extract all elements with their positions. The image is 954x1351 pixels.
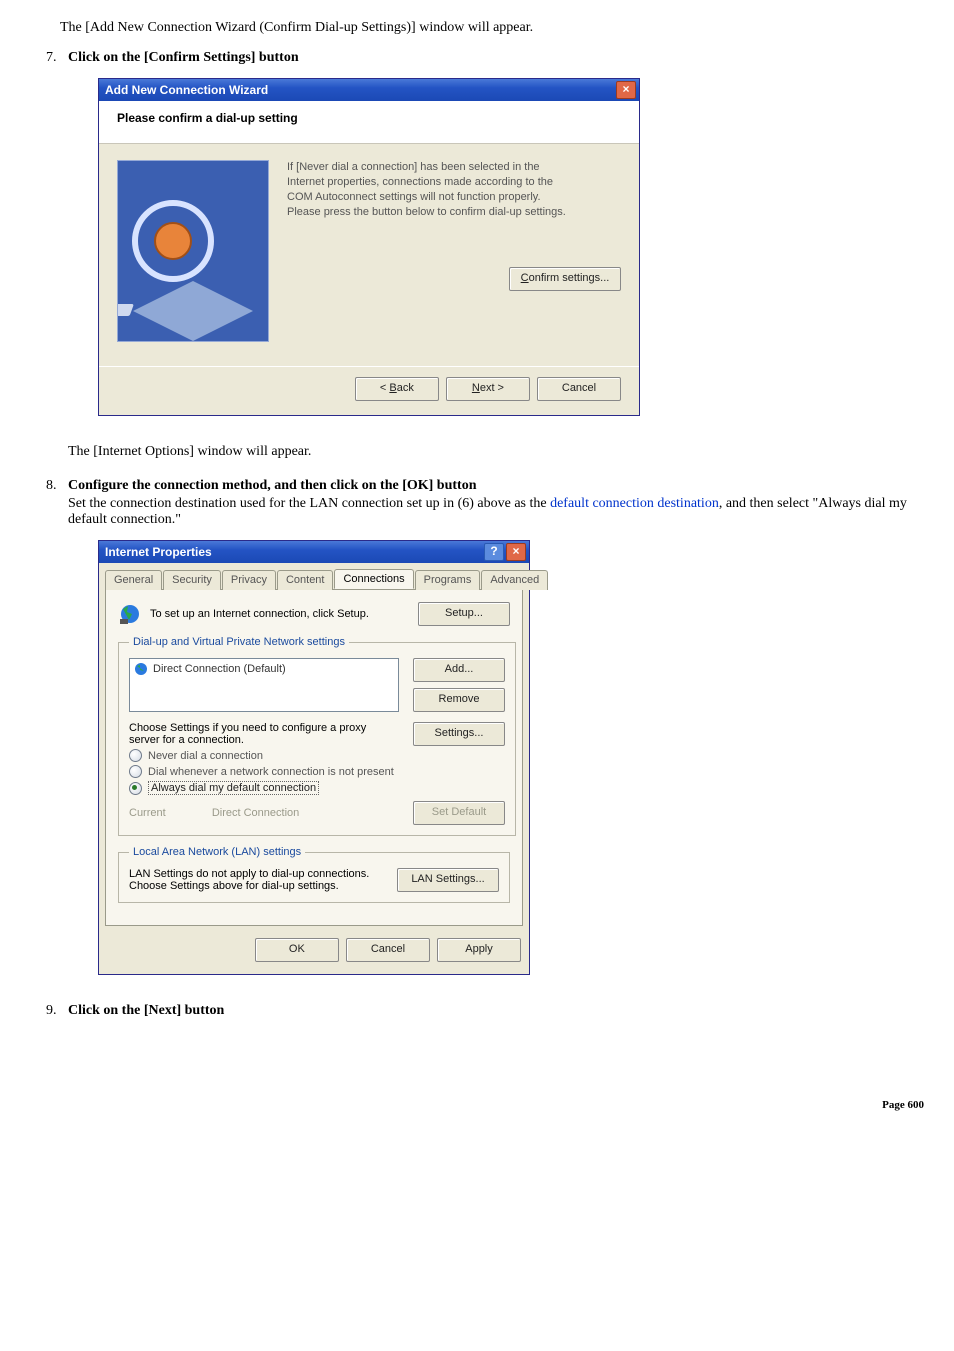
tab-content[interactable]: Content — [277, 570, 334, 590]
settings-hint: Choose Settings if you need to configure… — [129, 722, 389, 746]
step-7: Click on the [Confirm Settings] button A… — [60, 50, 924, 460]
list-item[interactable]: Direct Connection (Default) — [134, 662, 394, 676]
lan-legend: Local Area Network (LAN) settings — [129, 846, 305, 858]
wizard-footer: < Back Next > Cancel — [99, 366, 639, 415]
cancel-button[interactable]: Cancel — [537, 377, 621, 401]
remove-button[interactable]: Remove — [413, 688, 505, 712]
globe-icon — [118, 602, 142, 626]
radio-always[interactable]: Always dial my default connection — [129, 781, 505, 795]
setup-text: To set up an Internet connection, click … — [150, 608, 369, 620]
intro-text: The [Add New Connection Wizard (Confirm … — [60, 20, 924, 36]
radio-icon — [129, 749, 142, 762]
tab-privacy[interactable]: Privacy — [222, 570, 276, 590]
step-7-result: The [Internet Options] window will appea… — [68, 444, 924, 460]
lan-settings-button[interactable]: LAN Settings... — [397, 868, 499, 892]
ok-button[interactable]: OK — [255, 938, 339, 962]
internet-properties-dialog: Internet Properties ? × General Security… — [98, 540, 530, 975]
wizard-titlebar: Add New Connection Wizard × — [99, 79, 639, 101]
tab-security[interactable]: Security — [163, 570, 221, 590]
connection-icon — [134, 662, 148, 676]
close-icon[interactable]: × — [506, 543, 526, 561]
tab-connections[interactable]: Connections — [334, 569, 413, 589]
help-icon[interactable]: ? — [484, 543, 504, 561]
current-label: Current — [129, 807, 166, 819]
current-value: Direct Connection — [212, 807, 299, 819]
radio-icon — [129, 782, 142, 795]
ip-tabstrip: General Security Privacy Content Connect… — [99, 563, 529, 589]
tab-advanced[interactable]: Advanced — [481, 570, 548, 590]
wizard-body-text: If [Never dial a connection] has been se… — [287, 160, 621, 219]
step-9-title: Click on the [Next] button — [68, 1003, 224, 1018]
next-button[interactable]: Next > — [446, 377, 530, 401]
wizard-title-text: Add New Connection Wizard — [105, 83, 268, 97]
tab-general[interactable]: General — [105, 570, 162, 590]
lan-fieldset: Local Area Network (LAN) settings LAN Se… — [118, 846, 510, 903]
set-default-button: Set Default — [413, 801, 505, 825]
setup-button[interactable]: Setup... — [418, 602, 510, 626]
wizard-side-image — [117, 160, 269, 342]
radio-never[interactable]: Never dial a connection — [129, 749, 505, 762]
step-9: Click on the [Next] button — [60, 1003, 924, 1019]
ip-titlebar: Internet Properties ? × — [99, 541, 529, 563]
dialup-fieldset: Dial-up and Virtual Private Network sett… — [118, 636, 516, 836]
radio-when-needed[interactable]: Dial whenever a network connection is no… — [129, 765, 505, 778]
step-8-desc: Set the connection destination used for … — [68, 496, 924, 528]
connections-listbox[interactable]: Direct Connection (Default) — [129, 658, 399, 712]
radio-icon — [129, 765, 142, 778]
lan-hint: LAN Settings do not apply to dial-up con… — [129, 868, 389, 892]
step-8: Configure the connection method, and the… — [60, 478, 924, 975]
step-7-title: Click on the [Confirm Settings] button — [68, 50, 299, 65]
settings-button[interactable]: Settings... — [413, 722, 505, 746]
dialup-legend: Dial-up and Virtual Private Network sett… — [129, 636, 349, 648]
ip-title-text: Internet Properties — [105, 545, 212, 559]
back-button[interactable]: < Back — [355, 377, 439, 401]
wizard-dialog: Add New Connection Wizard × Please confi… — [98, 78, 640, 416]
confirm-settings-button[interactable]: Confirm settings... — [509, 267, 621, 291]
wizard-subtitle: Please confirm a dial-up setting — [99, 101, 639, 144]
tab-programs[interactable]: Programs — [415, 570, 481, 590]
close-icon[interactable]: × — [616, 81, 636, 99]
add-button[interactable]: Add... — [413, 658, 505, 682]
apply-button[interactable]: Apply — [437, 938, 521, 962]
default-connection-link[interactable]: default connection destination — [550, 496, 719, 511]
step-8-title: Configure the connection method, and the… — [68, 478, 476, 493]
page-number: Page 600 — [30, 1099, 924, 1111]
cancel-button[interactable]: Cancel — [346, 938, 430, 962]
